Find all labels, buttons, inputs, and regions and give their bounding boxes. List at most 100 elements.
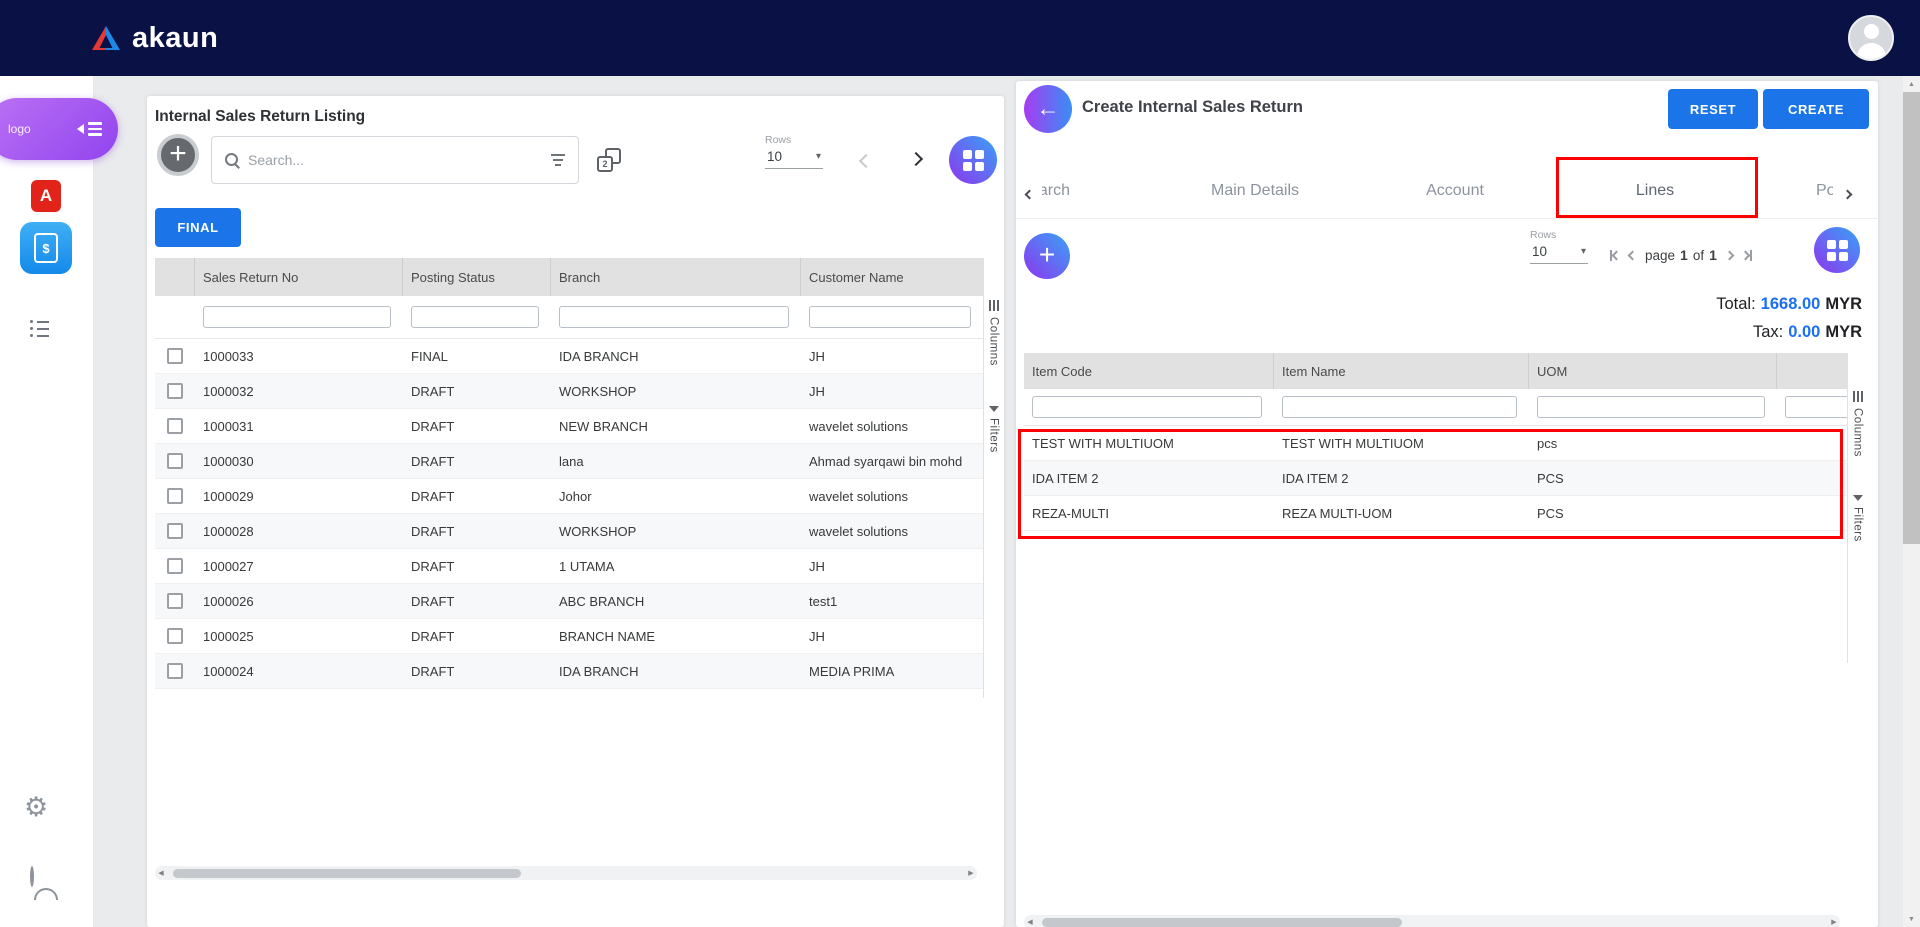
row-checkbox[interactable] [167,663,183,679]
scrollbar-thumb[interactable] [1903,92,1920,544]
listing-next-page-icon[interactable] [911,151,921,169]
table-row[interactable]: 1000025 DRAFT BRANCH NAME JH [155,619,983,654]
filter-input-item-code[interactable] [1032,396,1262,418]
create-button[interactable]: CREATE [1763,89,1869,129]
line-item-row[interactable]: REZA-MULTI REZA MULTI-UOM PCS [1024,496,1847,531]
scroll-left-icon[interactable]: ◀ [1024,915,1036,927]
filters-side-tab[interactable]: Filters [1848,495,1867,542]
row-checkbox[interactable] [167,418,183,434]
add-line-button[interactable]: + [1024,233,1070,279]
scroll-up-icon[interactable]: ▲ [1903,76,1920,92]
lines-filter-row [1024,389,1847,426]
row-checkbox[interactable] [167,628,183,644]
table-row[interactable]: 1000024 DRAFT IDA BRANCH MEDIA PRIMA [155,654,983,689]
tab-search[interactable]: Search [1042,163,1070,219]
listing-menu-icon[interactable] [30,316,49,341]
final-filter-button[interactable]: FINAL [155,208,241,247]
user-avatar[interactable] [1848,15,1894,61]
table-row[interactable]: 1000031 DRAFT NEW BRANCH wavelet solutio… [155,409,983,444]
line-item-row[interactable]: TEST WITH MULTIUOM TEST WITH MULTIUOM pc… [1024,426,1847,461]
columns-icon [1853,391,1863,402]
table-row[interactable]: 1000028 DRAFT WORKSHOP wavelet solutions [155,514,983,549]
filter-input-branch[interactable] [559,306,789,328]
tab-lines[interactable]: Lines [1555,163,1755,219]
tab-main-details[interactable]: Main Details [1155,163,1355,219]
row-checkbox[interactable] [167,453,183,469]
tabs-scroll-left-icon[interactable] [1026,185,1033,203]
scroll-right-icon[interactable]: ▶ [1828,915,1840,927]
rows-per-page-select[interactable]: 10 ▾ [1530,241,1588,264]
search-filter-icon[interactable] [550,151,566,169]
detail-tabbar: Search Main Details Account Lines Postin… [1016,163,1878,219]
sales-app-icon[interactable]: $ [20,222,72,274]
duplicate-view-icon[interactable]: 2 [597,148,621,172]
prev-page-icon[interactable] [1629,252,1636,259]
pdf-app-icon[interactable]: A [31,180,61,212]
line-item-row[interactable]: IDA ITEM 2 IDA ITEM 2 PCS [1024,461,1847,496]
filter-input-posting-status[interactable] [411,306,539,328]
scroll-down-icon[interactable]: ▼ [1903,911,1920,927]
filter-input-item-name[interactable] [1282,396,1517,418]
table-row[interactable]: 1000032 DRAFT WORKSHOP JH [155,374,983,409]
tabs-scroll-right-icon[interactable] [1844,185,1851,203]
first-page-icon[interactable] [1610,250,1620,261]
brand[interactable]: akaun [90,0,218,76]
lines-grid-view-button[interactable] [1814,227,1860,273]
search-input[interactable] [248,152,542,168]
filter-input-uom[interactable] [1537,396,1765,418]
profile-person-icon[interactable] [30,868,62,898]
tax-line: Tax:0.00MYR [1716,323,1862,342]
settings-gear-icon[interactable]: ⚙ [24,794,48,821]
lines-table-body: TEST WITH MULTIUOM TEST WITH MULTIUOM pc… [1024,426,1847,531]
columns-side-tab[interactable]: Columns [984,300,1003,366]
back-button[interactable]: ← [1024,85,1072,133]
column-header-item-code[interactable]: Item Code [1024,353,1274,389]
filters-side-tab[interactable]: Filters [984,406,1003,453]
tab-posting[interactable]: Posting [1816,163,1833,219]
listing-panel: Internal Sales Return Listing + 2 Rows 1… [147,96,1004,927]
next-page-icon[interactable] [1726,252,1733,259]
column-header-posting-status[interactable]: Posting Status [403,258,551,296]
column-header-branch[interactable]: Branch [551,258,801,296]
tab-account[interactable]: Account [1355,163,1555,219]
columns-side-tab[interactable]: Columns [1848,391,1867,457]
row-checkbox[interactable] [167,383,183,399]
row-checkbox[interactable] [167,558,183,574]
table-row[interactable]: 1000033 FINAL IDA BRANCH JH [155,339,983,374]
table-row[interactable]: 1000029 DRAFT Johor wavelet solutions [155,479,983,514]
row-checkbox[interactable] [167,488,183,504]
reset-button[interactable]: RESET [1668,89,1758,129]
scroll-right-icon[interactable]: ▶ [965,866,977,880]
row-checkbox[interactable] [167,523,183,539]
sidebar-collapse-icon[interactable] [77,119,102,139]
table-row[interactable]: 1000027 DRAFT 1 UTAMA JH [155,549,983,584]
plus-icon: + [169,139,187,169]
listing-grid-view-button[interactable] [949,136,997,184]
scrollbar-thumb[interactable] [1042,918,1402,927]
sidebar-logo-pill[interactable]: logo [0,98,118,160]
filter-input-customer-name[interactable] [809,306,971,328]
rows-label: Rows [765,134,829,146]
rows-per-page-value: 10 [1532,244,1547,259]
listing-add-button[interactable]: + [157,134,199,176]
topbar: akaun [0,0,1920,76]
scroll-left-icon[interactable]: ◀ [155,866,167,880]
listing-table: Sales Return No Posting Status Branch Cu… [155,258,983,689]
table-row[interactable]: 1000026 DRAFT ABC BRANCH test1 [155,584,983,619]
filter-input-partial[interactable] [1785,396,1847,418]
table-row[interactable]: 1000030 DRAFT lana Ahmad syarqawi bin mo… [155,444,983,479]
column-header-customer-name[interactable]: Customer Name [801,258,983,296]
column-header-uom[interactable]: UOM [1529,353,1777,389]
column-header-item-name[interactable]: Item Name [1274,353,1529,389]
row-checkbox[interactable] [167,348,183,364]
lines-side-strip: Columns Filters [1847,353,1867,663]
row-checkbox[interactable] [167,593,183,609]
listing-prev-page-icon[interactable] [861,153,871,171]
detail-title: Create Internal Sales Return [1082,98,1303,117]
scrollbar-thumb[interactable] [173,869,521,878]
column-header-sales-return-no[interactable]: Sales Return No [195,258,403,296]
filter-input-sales-return-no[interactable] [203,306,391,328]
listing-rows-widget: Rows 10 ▾ [765,134,829,169]
rows-per-page-select[interactable]: 10 ▾ [765,146,823,169]
last-page-icon[interactable] [1742,250,1752,261]
